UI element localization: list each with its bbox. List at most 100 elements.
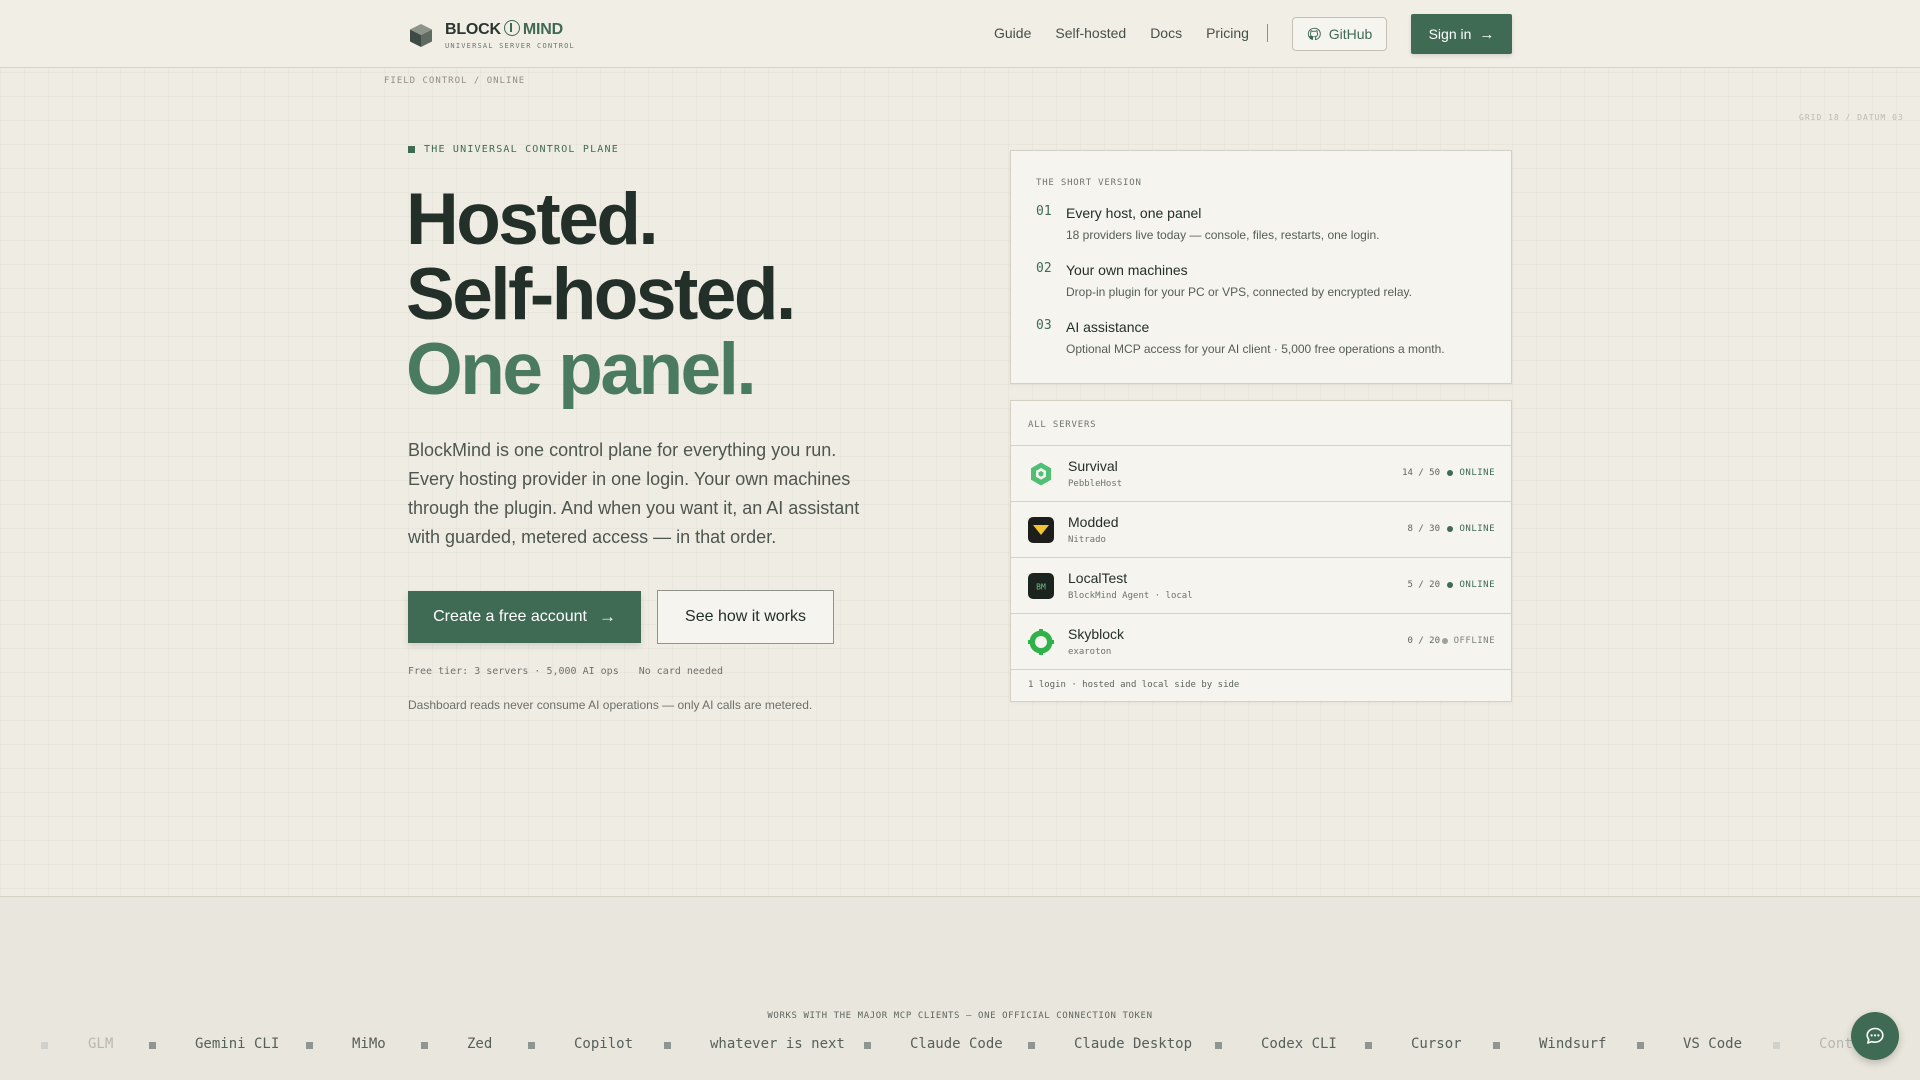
short-version-card: THE SHORT VERSION 01 Every host, one pan… (1010, 150, 1512, 384)
server-row[interactable]: Survival PebbleHost 14 / 50 ONLINE (1011, 446, 1511, 502)
arrow-right-icon: → (598, 607, 616, 626)
item-title: AI assistance (1066, 319, 1150, 335)
all-servers-card: ALL SERVERS Survival PebbleHost 14 / 50 … (1010, 400, 1512, 702)
client-name: GLM (88, 1036, 114, 1052)
server-row[interactable]: Skyblock exaroton 0 / 20 OFFLINE (1011, 614, 1511, 670)
github-label: GitHub (1328, 26, 1373, 42)
client-name: Claude Desktop (1074, 1036, 1193, 1052)
client-name: whatever is next (710, 1036, 845, 1052)
item-number: 03 (1036, 318, 1052, 333)
cube-logo-icon (410, 24, 432, 47)
all-servers-label: ALL SERVERS (1028, 420, 1097, 430)
status-badge: ONLINE (1447, 468, 1495, 478)
arrow-right-icon: → (1479, 25, 1495, 43)
server-row[interactable]: Modded Nitrado 8 / 30 ONLINE (1011, 502, 1511, 558)
status-badge: ONLINE (1447, 580, 1495, 590)
separator-square-icon (1493, 1042, 1500, 1049)
server-row[interactable]: BM LocalTest BlockMind Agent · local 5 /… (1011, 558, 1511, 614)
item-number: 01 (1036, 204, 1052, 219)
nav-links: Guide Self-hosted Docs Pricing (994, 25, 1273, 41)
separator-square-icon (1215, 1042, 1222, 1049)
player-count: 5 / 20 (1407, 580, 1440, 590)
no-card-text: No card needed (638, 666, 724, 677)
server-host: Nitrado (1068, 535, 1106, 545)
clients-label: WORKS WITH THE MAJOR MCP CLIENTS — ONE O… (767, 1011, 1153, 1021)
free-tier-info: Free tier: 3 servers · 5,000 AI ops No c… (408, 666, 723, 677)
item-description: Drop-in plugin for your PC or VPS, conne… (1066, 285, 1412, 299)
item-description: Optional MCP access for your AI client ·… (1066, 342, 1445, 356)
hero-headline: Hosted. Self-hosted. One panel. (406, 179, 796, 410)
github-button[interactable]: GitHub (1292, 17, 1387, 51)
server-name: Survival (1068, 458, 1118, 474)
server-name: LocalTest (1068, 570, 1128, 586)
status-dot-icon (1447, 526, 1454, 532)
pebblehost-icon (1031, 462, 1051, 486)
separator-square-icon (1365, 1042, 1372, 1049)
headline-line-2: Self-hosted. (406, 254, 796, 335)
short-version-label: THE SHORT VERSION (1036, 178, 1142, 188)
item-description: 18 providers live today — console, files… (1066, 228, 1380, 242)
status-dot-icon (1441, 638, 1448, 644)
separator-square-icon (41, 1042, 48, 1049)
field-control-status: FIELD CONTROL / ONLINE (384, 76, 526, 86)
server-host: exaroton (1068, 647, 1112, 657)
chat-button[interactable] (1851, 1012, 1899, 1060)
hero-eyebrow: THE UNIVERSAL CONTROL PLANE (408, 144, 619, 155)
player-count: 0 / 20 (1407, 636, 1440, 646)
separator-square-icon (1028, 1042, 1035, 1049)
nav-link-docs[interactable]: Docs (1150, 25, 1182, 41)
nav-link-guide[interactable]: Guide (994, 25, 1031, 41)
create-account-label: Create a free account (433, 608, 587, 625)
free-tier-text: Free tier: 3 servers · 5,000 AI ops (408, 666, 619, 677)
player-count: 14 / 50 (1402, 468, 1440, 478)
see-how-label: See how it works (685, 608, 806, 625)
nav-link-pricing[interactable]: Pricing (1206, 25, 1249, 41)
client-name: Copilot (574, 1036, 634, 1052)
separator-square-icon (864, 1042, 871, 1049)
status-dot-icon (1447, 470, 1454, 476)
nitrado-icon (1028, 517, 1054, 543)
separator-square-icon (149, 1042, 156, 1049)
servers-footer: 1 login · hosted and local side by side (1028, 680, 1240, 690)
nav-divider (1267, 24, 1268, 42)
hero-eyebrow-text: THE UNIVERSAL CONTROL PLANE (424, 144, 619, 155)
brand-name: BLOCK MIND (445, 20, 563, 38)
nav-link-self-hosted[interactable]: Self-hosted (1055, 25, 1126, 41)
sign-in-label: Sign in (1428, 26, 1472, 42)
player-count: 8 / 30 (1407, 524, 1440, 534)
sign-in-button[interactable]: Sign in → (1411, 14, 1512, 54)
separator-square-icon (528, 1042, 535, 1049)
hero-description: BlockMind is one control plane for every… (408, 440, 860, 547)
svg-text:BM: BM (1036, 583, 1046, 592)
blockmind-agent-icon: BM (1028, 573, 1054, 599)
separator-square-icon (1637, 1042, 1644, 1049)
client-name: Gemini CLI (195, 1036, 280, 1052)
headline-line-1: Hosted. (406, 179, 659, 260)
clients-marquee: GLM Gemini CLI MiMo Zed Copilot whatever… (0, 1036, 1920, 1056)
item-title: Every host, one panel (1066, 205, 1202, 221)
client-name: Zed (467, 1036, 493, 1052)
item-title: Your own machines (1066, 262, 1188, 278)
separator-square-icon (664, 1042, 671, 1049)
server-host: PebbleHost (1068, 479, 1123, 489)
exaroton-icon (1028, 629, 1054, 655)
item-number: 02 (1036, 261, 1052, 276)
client-name: Codex CLI (1261, 1036, 1337, 1052)
separator-square-icon (1773, 1042, 1780, 1049)
server-name: Modded (1068, 514, 1119, 530)
client-name: Windsurf (1539, 1036, 1607, 1052)
see-how-it-works-button[interactable]: See how it works (657, 590, 834, 644)
client-name: MiMo (352, 1036, 386, 1052)
client-name: Claude Code (910, 1036, 1003, 1052)
client-name: VS Code (1683, 1036, 1743, 1052)
github-icon (1307, 27, 1321, 41)
metering-note: Dashboard reads never consume AI operati… (408, 698, 813, 712)
client-name: Cursor (1411, 1036, 1462, 1052)
brand-separator-icon (503, 20, 520, 36)
brand-logo[interactable]: BLOCK MIND UNIVERSAL SERVER CONTROL (408, 20, 575, 50)
status-badge: OFFLINE (1441, 636, 1495, 646)
headline-line-3: One panel. (406, 329, 757, 410)
create-account-button[interactable]: Create a free account → (408, 591, 641, 643)
chat-bubble-icon (1866, 1027, 1884, 1044)
status-badge: ONLINE (1447, 524, 1495, 534)
